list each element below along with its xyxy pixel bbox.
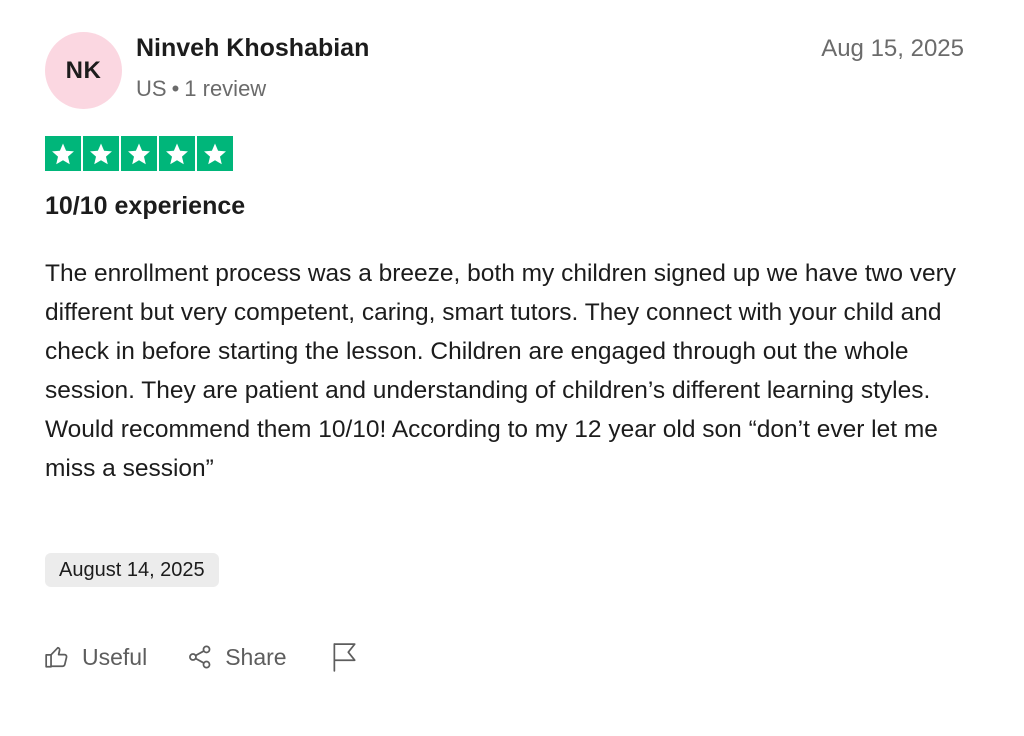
useful-label: Useful: [82, 643, 148, 670]
author-name[interactable]: Ninveh Khoshabian: [136, 34, 369, 63]
flag-icon: [331, 642, 357, 672]
author-review-count: 1 review: [184, 76, 267, 101]
review-card: NK Ninveh Khoshabian US • 1 review Aug 1…: [0, 0, 1024, 736]
review-actions: Useful Share: [44, 639, 357, 675]
author-country: US: [136, 76, 167, 101]
experience-date-badge: August 14, 2025: [45, 553, 219, 587]
star-icon: [83, 136, 119, 171]
review-body: The enrollment process was a breeze, bot…: [45, 260, 957, 482]
avatar[interactable]: NK: [45, 32, 122, 109]
author-meta: US • 1 review: [136, 76, 266, 102]
star-rating: [45, 136, 233, 171]
star-icon: [159, 136, 195, 171]
star-icon: [45, 136, 81, 171]
thumbs-up-icon: [44, 644, 70, 670]
share-button[interactable]: Share: [187, 643, 287, 671]
useful-button[interactable]: Useful: [44, 644, 147, 671]
review-title[interactable]: 10/10 experience: [45, 192, 245, 221]
star-icon: [121, 136, 157, 171]
share-label: Share: [225, 643, 287, 670]
report-button[interactable]: [331, 642, 357, 672]
review-posted-date: Aug 15, 2025: [821, 35, 964, 62]
share-icon: [187, 644, 213, 670]
meta-separator: •: [171, 76, 180, 101]
star-icon: [197, 136, 233, 171]
avatar-initials: NK: [65, 56, 102, 84]
